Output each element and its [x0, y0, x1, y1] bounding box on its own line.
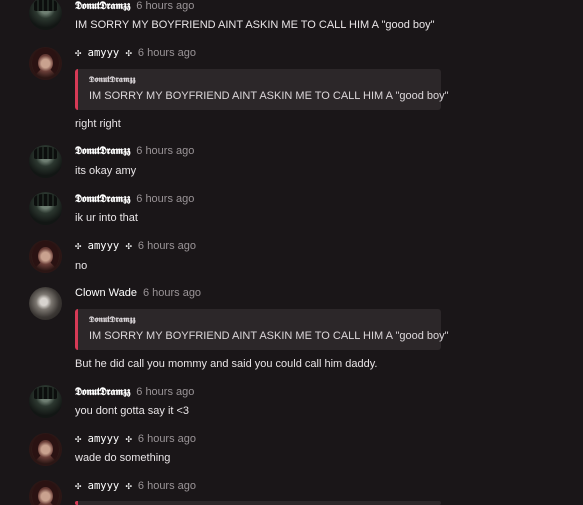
message-timestamp: 6 hours ago [137, 47, 197, 59]
avatar[interactable] [29, 0, 62, 30]
message-author[interactable]: ✣ 𝚊𝚖𝚢𝚢𝚢 ✣ 6 hours ago [75, 47, 196, 59]
message-timestamp: 6 hours ago [136, 145, 195, 157]
avatar[interactable] [29, 192, 62, 225]
message-timestamp: 6 hours ago [136, 193, 195, 205]
message-author[interactable]: ✣ 𝚊𝚖𝚢𝚢𝚢 ✣ 6 hours ago [75, 433, 196, 445]
message-text: no [75, 260, 88, 272]
message-author[interactable]: 𝕯𝖔𝖓𝖚𝖙𝕯𝖗𝖆𝖒𝖟𝖟 6 hours ago [75, 386, 194, 399]
message-timestamp: 6 hours ago [137, 433, 197, 445]
message-text: ik ur into that [75, 212, 138, 224]
avatar[interactable] [29, 240, 62, 273]
avatar[interactable] [29, 385, 62, 418]
quote-author: 𝕯𝖔𝖓𝖚𝖙𝕯𝖗𝖆𝖒𝖟𝖟 [89, 315, 136, 325]
message-author[interactable]: ✣ 𝚊𝚖𝚢𝚢𝚢 ✣ 6 hours ago [75, 480, 196, 492]
message-text: you dont gotta say it <3 [75, 405, 190, 417]
message-text: its okay amy [75, 165, 137, 177]
message-text: But he did call you mommy and said you c… [75, 358, 378, 370]
quote-text: IM SORRY MY BOYFRIEND AINT ASKIN ME TO C… [89, 90, 449, 102]
avatar[interactable] [29, 47, 62, 80]
message-author[interactable]: 𝕯𝖔𝖓𝖚𝖙𝕯𝖗𝖆𝖒𝖟𝖟 6 hours ago [75, 0, 194, 13]
message-timestamp: 6 hours ago [137, 480, 197, 492]
avatar[interactable] [29, 287, 62, 320]
message-text: wade do something [75, 452, 171, 464]
reply-quote[interactable]: 𝕯𝖔𝖓𝖚𝖙𝕯𝖗𝖆𝖒𝖟𝖟 IM SORRY MY BOYFRIEND AINT A… [75, 69, 449, 110]
message-timestamp: 6 hours ago [137, 240, 197, 252]
message-timestamp: 6 hours ago [136, 386, 195, 398]
message-author[interactable]: ✣ 𝚊𝚖𝚢𝚢𝚢 ✣ 6 hours ago [75, 240, 196, 252]
avatar[interactable] [29, 480, 62, 505]
reply-quote[interactable] [75, 501, 441, 505]
quote-author: 𝕯𝖔𝖓𝖚𝖙𝕯𝖗𝖆𝖒𝖟𝖟 [89, 75, 136, 85]
message-author[interactable]: 𝕯𝖔𝖓𝖚𝖙𝕯𝖗𝖆𝖒𝖟𝖟 6 hours ago [75, 193, 194, 206]
message-text: IM SORRY MY BOYFRIEND AINT ASKIN ME TO C… [75, 19, 435, 31]
avatar[interactable] [29, 145, 62, 178]
message-text: right right [75, 118, 121, 130]
message-timestamp: 6 hours ago [136, 0, 195, 12]
message-timestamp: 6 hours ago [142, 287, 202, 299]
quote-text: IM SORRY MY BOYFRIEND AINT ASKIN ME TO C… [89, 330, 449, 342]
chat-log: 𝕯𝖔𝖓𝖚𝖙𝕯𝖗𝖆𝖒𝖟𝖟 6 hours ago IM SORRY MY BOYFR… [0, 0, 583, 505]
reply-quote[interactable]: 𝕯𝖔𝖓𝖚𝖙𝕯𝖗𝖆𝖒𝖟𝖟 IM SORRY MY BOYFRIEND AINT A… [75, 309, 449, 350]
avatar[interactable] [29, 433, 62, 466]
message-author[interactable]: Clown Wade 6 hours ago [75, 287, 201, 299]
message-author[interactable]: 𝕯𝖔𝖓𝖚𝖙𝕯𝖗𝖆𝖒𝖟𝖟 6 hours ago [75, 145, 194, 158]
